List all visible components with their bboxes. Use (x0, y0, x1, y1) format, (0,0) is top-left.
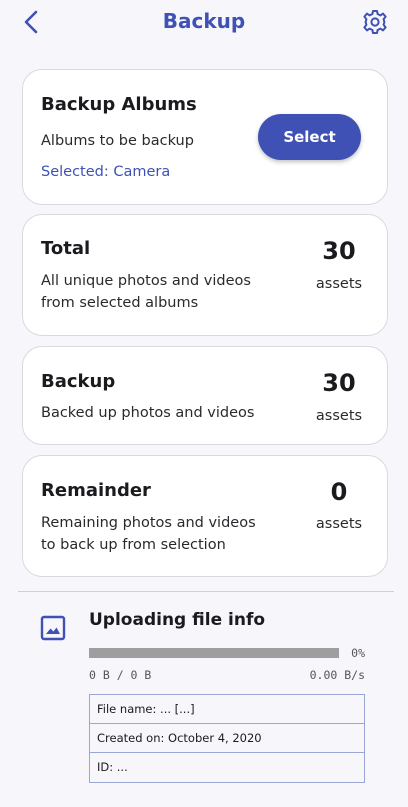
remainder-unit: assets (315, 516, 363, 532)
created-on-row: Created on: October 4, 2020 (90, 724, 364, 753)
upload-progress-percent: 0% (351, 646, 365, 660)
backup-albums-description: Albums to be backup (41, 133, 194, 149)
selected-albums-text: Selected: Camera (41, 164, 171, 180)
backup-card: Backup Backed up photos and videos 30 as… (22, 346, 388, 445)
file-name-row: File name: ... [...] (90, 695, 364, 724)
file-id-row: ID: ... (97, 760, 128, 774)
backup-unit: assets (315, 408, 363, 424)
select-albums-button[interactable]: Select (258, 114, 361, 160)
remainder-count: 0 (330, 478, 348, 506)
upload-info-title: Uploading file info (89, 610, 266, 630)
backup-albums-card: Backup Albums Albums to be backup Select… (22, 69, 388, 205)
backup-title: Backup (41, 371, 116, 392)
upload-bytes: 0 B / 0 B (89, 668, 152, 682)
total-unit: assets (315, 276, 363, 292)
total-description: All unique photos and videos from select… (41, 270, 251, 314)
page-title: Backup (162, 9, 246, 33)
gear-icon[interactable] (362, 8, 388, 36)
remainder-description: Remaining photos and videos to back up f… (41, 512, 256, 556)
total-card: Total All unique photos and videos from … (22, 214, 388, 336)
upload-rate: 0.00 B/s (309, 668, 365, 682)
section-divider (18, 591, 394, 592)
app-bar: Backup (0, 0, 408, 44)
remainder-description-line-1: Remaining photos and videos (41, 515, 256, 531)
remainder-card: Remainder Remaining photos and videos to… (22, 455, 388, 577)
remainder-title: Remainder (41, 480, 151, 501)
total-count: 30 (322, 237, 356, 265)
backup-albums-title: Backup Albums (41, 94, 197, 115)
remainder-description-line-2: to back up from selection (41, 537, 226, 553)
total-description-line-1: All unique photos and videos (41, 273, 251, 289)
total-description-line-2: from selected albums (41, 295, 199, 311)
backup-description: Backed up photos and videos (41, 405, 255, 421)
file-info-table: File name: ... [...] Created on: October… (89, 694, 365, 783)
upload-progress-bar (89, 648, 339, 658)
image-icon (40, 615, 66, 641)
total-title: Total (41, 238, 91, 259)
backup-count: 30 (322, 369, 356, 397)
